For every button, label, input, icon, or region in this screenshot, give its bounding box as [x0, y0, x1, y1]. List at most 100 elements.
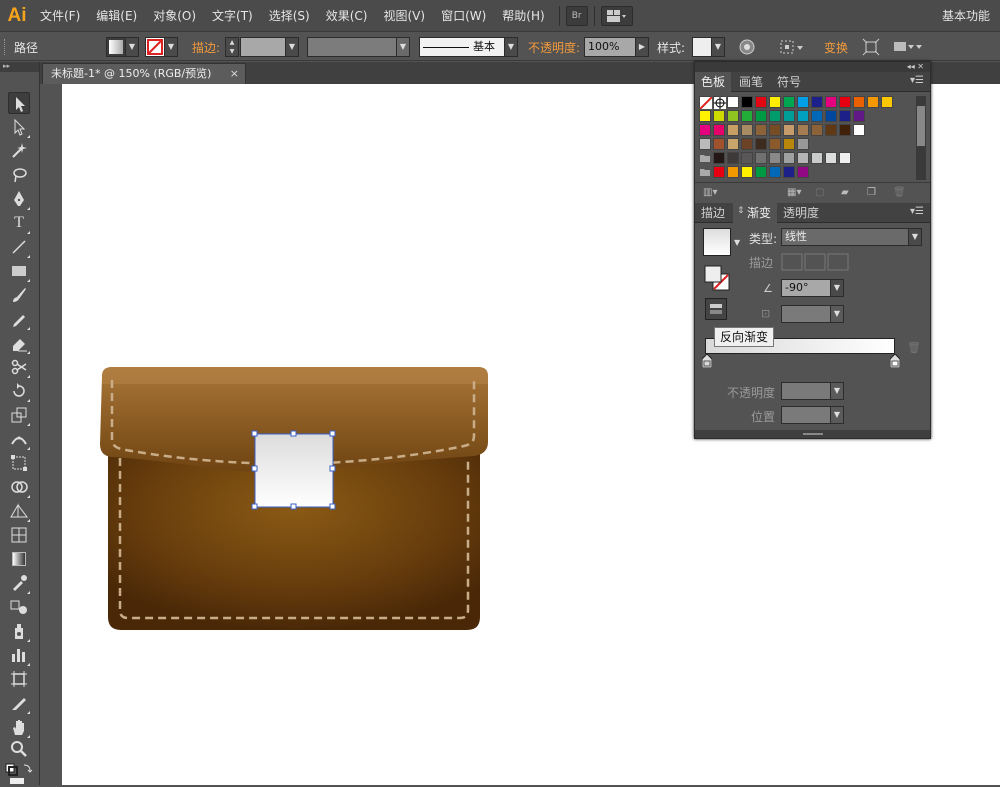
stroke-swatch[interactable] [145, 37, 165, 57]
opacity-label[interactable]: 不透明度: [528, 39, 580, 56]
paintbrush-tool[interactable] [8, 284, 30, 306]
color-swatch[interactable] [727, 166, 739, 178]
swatch-options-icon[interactable]: ▢ [815, 187, 824, 198]
aspect-ratio-input[interactable] [781, 305, 831, 323]
gradient-angle-dropdown[interactable]: ▼ [830, 279, 844, 297]
stroke-weight-stepper[interactable]: ▲ ▼ [225, 37, 239, 57]
color-swatch[interactable] [853, 96, 865, 108]
eyedropper-tool[interactable] [8, 572, 30, 594]
color-swatch[interactable] [713, 166, 725, 178]
menu-file[interactable]: 文件(F) [32, 0, 88, 32]
stroke-dropdown-arrow[interactable]: ▼ [164, 37, 178, 57]
color-swatch[interactable] [755, 166, 767, 178]
menu-select[interactable]: 选择(S) [261, 0, 318, 32]
color-swatch[interactable] [755, 110, 767, 122]
gradient-stop-left[interactable] [701, 353, 713, 371]
color-swatch[interactable] [839, 124, 851, 136]
menu-view[interactable]: 视图(V) [375, 0, 433, 32]
color-swatch[interactable] [769, 138, 781, 150]
document-tab[interactable]: 未标题-1* @ 150% (RGB/预览) × [42, 63, 246, 84]
shape-builder-tool[interactable] [8, 476, 30, 498]
color-swatch[interactable] [755, 152, 767, 164]
rotate-tool[interactable] [8, 380, 30, 402]
panel-resize-handle[interactable] [695, 430, 930, 438]
recolor-artwork-button[interactable] [738, 38, 756, 56]
blend-tool[interactable] [8, 596, 30, 618]
new-swatch-icon[interactable]: ❐ [867, 187, 876, 198]
zoom-tool[interactable] [8, 738, 30, 760]
color-swatch[interactable] [783, 124, 795, 136]
color-swatch[interactable] [881, 96, 893, 108]
gradient-stop-right[interactable] [889, 353, 901, 371]
color-swatch[interactable] [741, 138, 753, 150]
show-kinds-icon[interactable]: ▦▾ [787, 187, 801, 198]
color-swatch[interactable] [769, 166, 781, 178]
new-color-group-icon[interactable]: ▰ [841, 187, 849, 198]
panel-titlebar[interactable]: ◂◂ ✕ [695, 62, 930, 72]
color-swatch[interactable] [713, 110, 725, 122]
color-swatch[interactable] [783, 138, 795, 150]
opacity-input[interactable]: 100% [584, 37, 636, 57]
menu-edit[interactable]: 编辑(E) [88, 0, 145, 32]
close-icon[interactable]: × [230, 64, 239, 83]
color-swatch[interactable] [811, 124, 823, 136]
color-swatch[interactable] [853, 110, 865, 122]
color-swatch[interactable] [825, 152, 837, 164]
color-swatch[interactable] [699, 110, 711, 122]
stop-location-dropdown[interactable]: ▼ [830, 406, 844, 424]
color-swatch[interactable] [769, 96, 781, 108]
color-swatch[interactable] [811, 110, 823, 122]
gradient-angle-input[interactable]: -90° [781, 279, 831, 297]
stroke-weight-label[interactable]: 描边: [192, 39, 220, 56]
color-swatch[interactable] [741, 152, 753, 164]
menu-object[interactable]: 对象(O) [145, 0, 204, 32]
color-swatch[interactable] [713, 152, 725, 164]
fill-swatch[interactable] [106, 37, 126, 57]
color-swatch[interactable] [839, 110, 851, 122]
direct-selection-tool[interactable] [8, 116, 30, 138]
transform-link[interactable]: 变换 [824, 39, 848, 56]
tab-stroke[interactable]: 描边 [695, 203, 731, 223]
briefcase-clasp[interactable] [251, 430, 336, 510]
color-swatch[interactable] [769, 152, 781, 164]
slice-tool[interactable] [8, 692, 30, 714]
width-tool[interactable] [8, 428, 30, 450]
color-swatch[interactable] [783, 96, 795, 108]
variable-width-dropdown[interactable]: ▼ [396, 37, 410, 57]
mesh-tool[interactable] [8, 524, 30, 546]
stroke-weight-dropdown[interactable]: ▼ [285, 37, 299, 57]
pattern-group-icon[interactable] [699, 138, 711, 150]
type-tool[interactable]: T [8, 212, 30, 234]
align-to-button[interactable] [778, 38, 806, 56]
tab-symbols[interactable]: 符号 [771, 72, 807, 92]
pencil-tool[interactable] [8, 308, 30, 330]
color-swatch[interactable] [769, 124, 781, 136]
color-swatch[interactable] [755, 96, 767, 108]
color-swatch[interactable] [867, 96, 879, 108]
menu-effect[interactable]: 效果(C) [318, 0, 376, 32]
color-swatch[interactable] [797, 152, 809, 164]
graphic-style-swatch[interactable] [692, 37, 712, 57]
color-swatch[interactable] [769, 110, 781, 122]
perspective-grid-tool[interactable] [8, 500, 30, 522]
color-swatch[interactable] [811, 96, 823, 108]
color-swatch[interactable] [727, 124, 739, 136]
artboard-tool[interactable] [8, 668, 30, 690]
stop-opacity-input[interactable] [781, 382, 831, 400]
color-swatch[interactable] [741, 166, 753, 178]
control-panel-menu[interactable] [892, 38, 924, 56]
opacity-dropdown[interactable]: ▶ [635, 37, 649, 57]
color-swatch[interactable] [727, 138, 739, 150]
color-swatch[interactable] [797, 96, 809, 108]
gradient-type-dropdown[interactable]: ▼ [908, 228, 922, 246]
bridge-button[interactable]: Br [565, 5, 588, 26]
color-swatch[interactable] [741, 96, 753, 108]
gradient-type-select[interactable]: 线性 [781, 228, 909, 246]
selection-tool[interactable] [8, 92, 30, 114]
color-group-folder-icon[interactable] [699, 152, 711, 164]
tools-panel-collapse[interactable]: ▸▸ [0, 62, 39, 72]
stroke-weight-input[interactable] [240, 37, 286, 57]
color-swatch[interactable] [727, 96, 739, 108]
color-swatch[interactable] [839, 96, 851, 108]
hand-tool[interactable] [8, 716, 30, 738]
